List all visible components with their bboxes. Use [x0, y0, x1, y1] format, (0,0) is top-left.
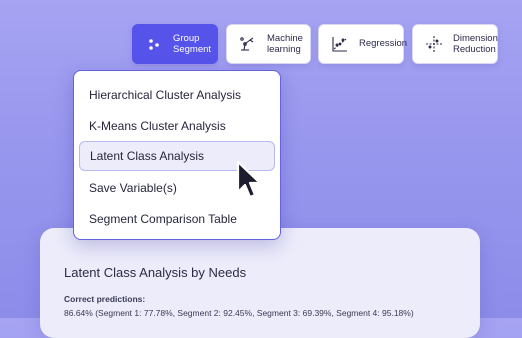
group-segment-button[interactable]: Group Segment — [132, 24, 218, 64]
menu-item-hierarchical-cluster-analysis[interactable]: Hierarchical Cluster Analysis — [79, 80, 275, 110]
card-predictions-text: 86.64% (Segment 1: 77.78%, Segment 2: 92… — [64, 308, 414, 318]
toolbar: Group Segment Machine learning Regressio… — [0, 24, 522, 64]
card-title: Latent Class Analysis by Needs — [64, 265, 247, 280]
group-segment-dropdown-menu: Hierarchical Cluster Analysis K-Means Cl… — [73, 70, 281, 240]
result-card: Latent Class Analysis by Needs Correct p… — [40, 228, 480, 338]
dots-icon — [143, 33, 165, 55]
dimension-reduction-label: Dimension Reduction — [453, 32, 498, 55]
menu-item-k-means-cluster-analysis[interactable]: K-Means Cluster Analysis — [79, 111, 275, 141]
regression-label: Regression — [359, 38, 408, 50]
dimension-reduction-button[interactable]: Dimension Reduction — [412, 24, 498, 64]
regression-icon — [329, 33, 351, 55]
group-segment-label: Group Segment — [173, 32, 212, 55]
menu-item-segment-comparison-table[interactable]: Segment Comparison Table — [79, 204, 275, 234]
axis-reduction-icon — [423, 33, 445, 55]
mouse-pointer-icon — [236, 160, 262, 199]
card-subtitle: Correct predictions: — [64, 294, 146, 304]
robot-arm-icon — [237, 33, 259, 55]
regression-button[interactable]: Regression — [318, 24, 408, 64]
machine-learning-button[interactable]: Machine learning — [226, 24, 311, 64]
machine-learning-label: Machine learning — [267, 32, 303, 55]
